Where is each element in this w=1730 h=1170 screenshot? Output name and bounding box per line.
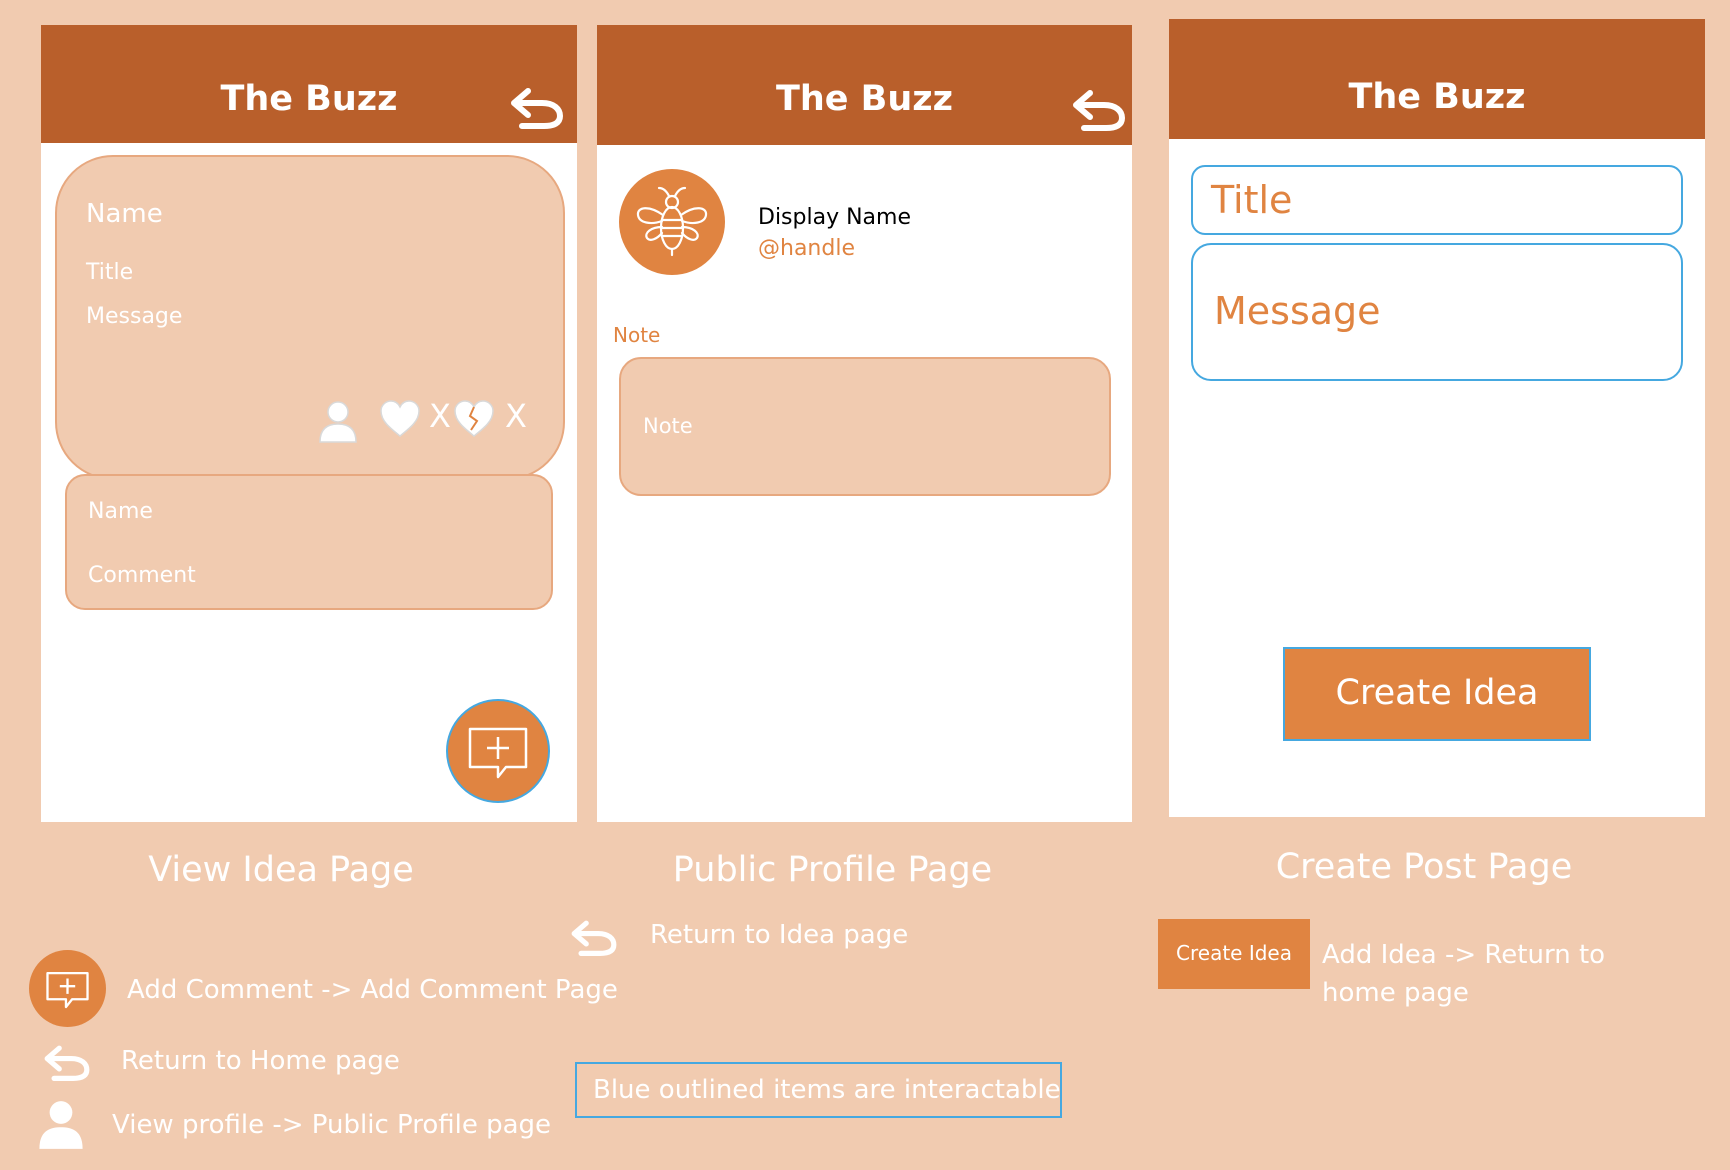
app-title: The Buzz (775, 79, 954, 119)
view-idea-caption: View Idea Page (148, 850, 414, 890)
note-label: Note (613, 323, 661, 347)
idea-post-card: Name Title Message X X (55, 155, 565, 480)
post-title: Title (86, 260, 134, 285)
legend-create-idea-line1: Add Idea -> Return to (1322, 940, 1606, 970)
person-icon (319, 401, 357, 443)
back-button[interactable] (508, 85, 566, 129)
app-title: The Buzz (1348, 77, 1526, 117)
legend-undo-arrow-icon (44, 1045, 90, 1081)
display-name: Display Name (758, 205, 911, 230)
legend-person-icon (39, 1101, 83, 1149)
add-comment-button[interactable] (446, 699, 550, 803)
note-text: Note (643, 414, 693, 438)
add-comment-icon (46, 971, 89, 1009)
create-idea-label: Create Idea (1335, 673, 1539, 713)
avatar (619, 169, 725, 275)
app-title: The Buzz (220, 79, 398, 119)
legend-create-idea-button: Create Idea (1158, 919, 1310, 989)
post-message: Message (86, 304, 183, 329)
like-button[interactable] (379, 399, 421, 439)
bee-icon (636, 186, 708, 257)
heart-icon (380, 400, 420, 437)
public-profile-caption: Public Profile Page (672, 850, 993, 890)
app-header: The Buzz (41, 25, 577, 143)
legend-create-idea-label: Create Idea (1176, 941, 1292, 965)
public-profile-screen: The Buzz Display Name @handle Note Note (597, 25, 1132, 822)
app-header: The Buzz (597, 25, 1132, 145)
interactable-legend-box: Blue outlined items are interactable (575, 1062, 1062, 1118)
legend-return-idea: Return to Idea page (650, 920, 909, 950)
legend-add-comment-icon (29, 950, 106, 1027)
user-handle: @handle (758, 236, 855, 261)
legend-return-home: Return to Home page (121, 1046, 400, 1076)
undo-arrow-icon (511, 88, 564, 129)
dislike-button[interactable] (453, 399, 495, 439)
title-placeholder: Title (1211, 178, 1293, 222)
message-placeholder: Message (1214, 289, 1381, 333)
comment-card: Name Comment (65, 474, 553, 610)
create-post-screen: The Buzz Title Message Create Idea (1169, 19, 1705, 817)
legend-undo-arrow-icon (571, 920, 617, 956)
message-input[interactable]: Message (1191, 243, 1683, 381)
app-header: The Buzz (1169, 19, 1705, 139)
add-comment-icon (468, 727, 528, 779)
interactable-legend-text: Blue outlined items are interactable (593, 1075, 1061, 1105)
dislike-count: X (505, 397, 527, 435)
create-idea-button[interactable]: Create Idea (1283, 647, 1591, 741)
comment-name: Name (88, 499, 153, 524)
undo-arrow-icon (1073, 90, 1126, 131)
note-card: Note (619, 357, 1111, 496)
broken-heart-icon (454, 400, 494, 437)
comment-text: Comment (88, 563, 196, 588)
title-input[interactable]: Title (1191, 165, 1683, 235)
view-profile-button[interactable] (317, 400, 359, 444)
legend-view-profile: View profile -> Public Profile page (112, 1110, 552, 1140)
create-post-caption: Create Post Page (1275, 847, 1573, 887)
legend-create-idea-line2: home page (1322, 978, 1469, 1008)
view-idea-screen: The Buzz Name Title Message X X Name Com… (41, 25, 577, 822)
post-name: Name (86, 199, 163, 229)
legend-add-comment: Add Comment -> Add Comment Page (127, 975, 618, 1005)
like-count: X (429, 397, 451, 435)
back-button[interactable] (1070, 87, 1128, 131)
